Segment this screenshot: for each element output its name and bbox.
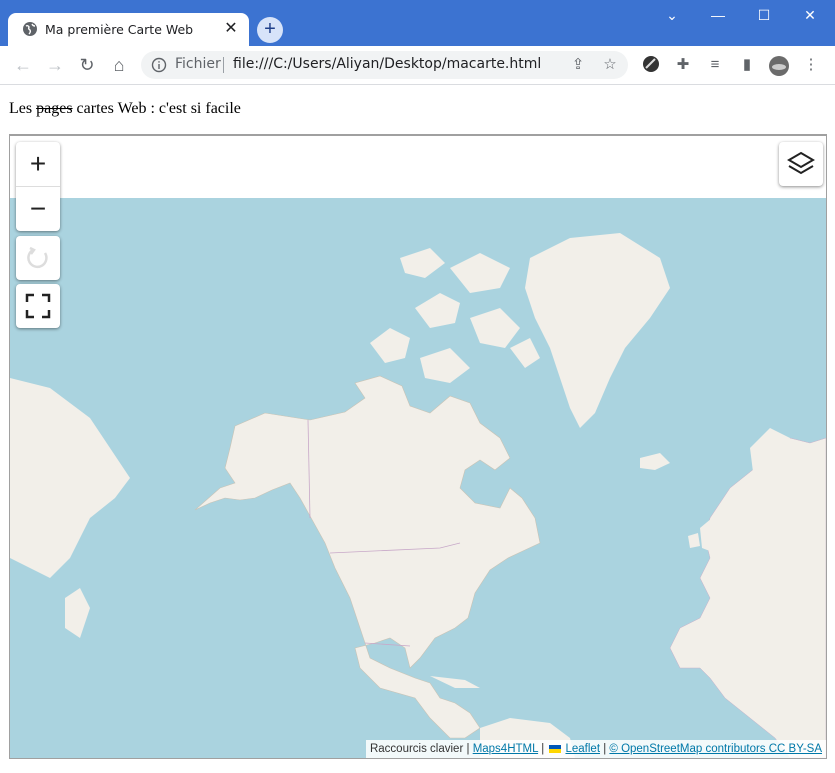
close-window-button[interactable]: ✕ [787, 0, 833, 30]
fullscreen-control [16, 284, 60, 328]
reload-icon[interactable] [16, 236, 60, 280]
web-map[interactable]: + − Raccourcis clavier | Maps4HTML | Lea… [9, 134, 827, 759]
menu-kebab-icon[interactable]: ⋮ [801, 55, 821, 75]
browser-tab[interactable]: Ma première Carte Web ✕ [8, 13, 249, 46]
attribution-sep: | [463, 743, 473, 755]
share-icon[interactable]: ⇪ [568, 55, 588, 75]
attribution-sep: | [600, 743, 610, 755]
ukraine-flag-icon [549, 744, 562, 753]
osm-link[interactable]: © OpenStreetMap contributors CC BY-SA [609, 743, 822, 755]
home-button[interactable]: ⌂ [104, 50, 134, 80]
leaflet-link[interactable]: Leaflet [565, 743, 600, 755]
page-heading: Les pages cartes Web : c'est si facile [9, 100, 241, 118]
chevron-down-icon[interactable]: ⌄ [649, 0, 695, 30]
new-tab-button[interactable]: + [257, 17, 283, 43]
zoom-in-button[interactable]: + [16, 142, 60, 187]
media-queue-icon[interactable]: ≡ [705, 55, 725, 75]
extension-dark-icon[interactable] [641, 55, 661, 75]
fullscreen-icon[interactable] [16, 284, 60, 328]
address-bar[interactable]: Fichier file:///C:/Users/Aliyan/Desktop/… [141, 51, 628, 79]
bookmark-star-icon[interactable]: ☆ [600, 55, 620, 75]
heading-suffix: cartes Web : c'est si facile [72, 100, 241, 117]
profile-avatar[interactable] [768, 55, 789, 76]
heading-strikethrough: pages [36, 100, 73, 117]
back-button[interactable]: ← [8, 50, 38, 80]
scheme-label: Fichier [175, 56, 221, 72]
puzzle-icon[interactable]: ✚ [673, 55, 693, 75]
forward-button[interactable]: → [40, 50, 70, 80]
map-attribution: Raccourcis clavier | Maps4HTML | Leaflet… [365, 740, 826, 758]
tab-close-icon[interactable]: ✕ [221, 19, 241, 39]
info-icon[interactable] [151, 57, 167, 73]
heading-prefix: Les [9, 100, 37, 117]
maximize-button[interactable]: ☐ [741, 0, 787, 30]
reload-button[interactable]: ↻ [72, 50, 102, 80]
maps4html-link[interactable]: Maps4HTML [473, 743, 538, 755]
url-text[interactable]: file:///C:/Users/Aliyan/Desktop/macarte.… [233, 56, 541, 72]
browser-toolbar: ← → ↻ ⌂ Fichier file:///C:/Users/Aliyan/… [0, 46, 835, 85]
tab-title: Ma première Carte Web [45, 22, 194, 37]
zoom-out-button[interactable]: − [16, 187, 60, 231]
minimize-button[interactable]: — [695, 0, 741, 30]
omnibox-divider [223, 57, 224, 73]
zoom-control: + − [16, 142, 60, 231]
layers-icon[interactable] [779, 142, 823, 186]
keyboard-shortcuts-link[interactable]: Raccourcis clavier [370, 743, 463, 755]
side-panel-icon[interactable]: ▮ [737, 55, 757, 75]
browser-titlebar: Ma première Carte Web ✕ + ⌄ — ☐ ✕ [0, 0, 835, 46]
attribution-sep: | [538, 743, 548, 755]
globe-icon [23, 22, 37, 36]
map-tiles[interactable] [10, 198, 826, 758]
reload-map-control [16, 236, 60, 280]
